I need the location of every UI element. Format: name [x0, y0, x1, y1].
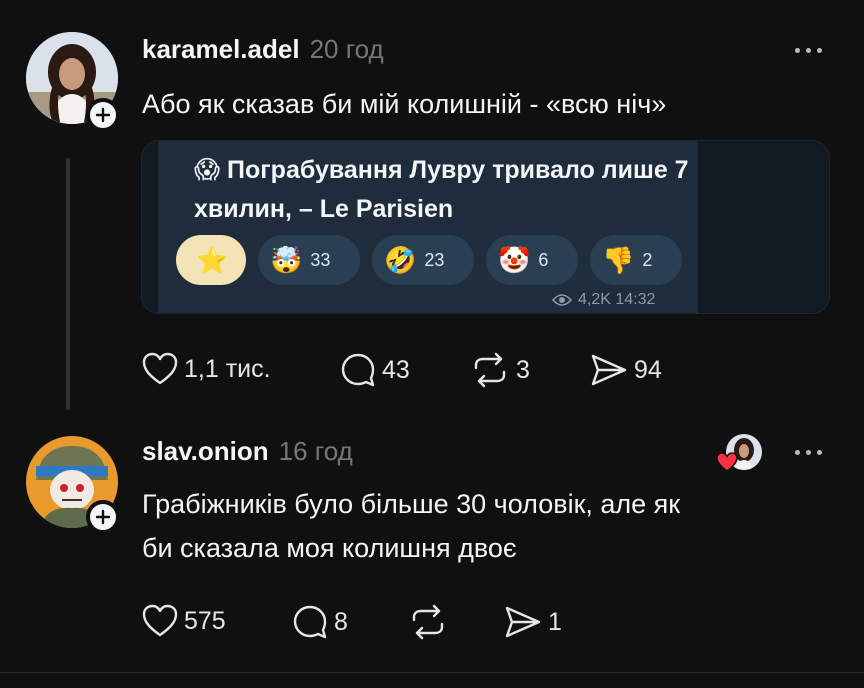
username[interactable]: slav.onion [142, 436, 269, 467]
more-options-icon[interactable] [795, 48, 822, 53]
timestamp: 20 год [309, 34, 384, 64]
clown-icon: 🤡 [498, 244, 531, 275]
like-count: 575 [184, 606, 226, 635]
comment-icon [293, 605, 327, 639]
comment-count: 8 [334, 607, 348, 636]
like-button[interactable]: 1,1 тис. [142, 352, 271, 386]
reaction-clown[interactable]: 🤡 6 [486, 235, 578, 285]
reaction-exploding-head[interactable]: 🤯 33 [258, 235, 360, 285]
plus-icon [95, 107, 111, 123]
repost-icon [412, 604, 444, 640]
plus-icon [95, 509, 111, 525]
send-icon [591, 354, 627, 386]
eye-icon [552, 294, 572, 306]
post-text: Грабіжників було більше 30 чоловік, але … [142, 489, 681, 563]
thread-line [66, 158, 70, 410]
post-divider [0, 672, 864, 673]
card-background: 😱 Пограбування Лувру тривало лише 7 хвил… [158, 141, 698, 313]
heart-icon [142, 352, 178, 385]
username[interactable]: karamel.adel [142, 34, 300, 65]
timestamp: 16 год [278, 436, 353, 466]
card-title: 😱 Пограбування Лувру тривало лише 7 хвил… [194, 156, 689, 223]
reaction-count: 23 [424, 249, 445, 270]
share-count: 94 [634, 355, 662, 384]
views-and-time: 4,2K 14:32 [552, 291, 655, 309]
like-button[interactable]: 575 [142, 604, 226, 638]
comment-count: 43 [382, 355, 410, 384]
star-icon: ⭐ [196, 244, 229, 275]
repost-button[interactable] [408, 604, 454, 640]
more-options-icon[interactable] [795, 450, 822, 455]
exploding-head-icon: 🤯 [270, 244, 303, 275]
reaction-count: 2 [642, 249, 653, 270]
share-button[interactable]: 94 [590, 352, 662, 388]
reaction-count: 6 [538, 249, 549, 270]
reaction-star[interactable]: ⭐ [176, 235, 246, 285]
share-button[interactable]: 1 [504, 604, 562, 640]
comment-button[interactable]: 8 [292, 604, 348, 640]
reaction-thumbs-down[interactable]: 👎 2 [590, 235, 682, 285]
follow-plus-button[interactable] [86, 500, 120, 534]
repost-icon [474, 352, 506, 388]
embedded-telegram-card[interactable]: 😱 Пограбування Лувру тривало лише 7 хвил… [141, 140, 830, 314]
reaction-count: 33 [310, 249, 331, 270]
repost-button[interactable]: 3 [470, 352, 530, 388]
share-count: 1 [548, 607, 562, 636]
reaction-rofl[interactable]: 🤣 23 [372, 235, 474, 285]
like-count: 1,1 тис. [184, 354, 271, 383]
scream-emoji-icon: 😱 [194, 156, 221, 184]
heart-icon [142, 604, 178, 637]
comment-icon [341, 353, 375, 387]
follow-plus-button[interactable] [86, 98, 120, 132]
heart-badge-icon [716, 452, 738, 472]
repost-count: 3 [516, 355, 530, 384]
rofl-icon: 🤣 [384, 244, 417, 275]
send-icon [505, 606, 541, 638]
comment-button[interactable]: 43 [340, 352, 410, 388]
thumbs-down-icon: 👎 [602, 244, 635, 275]
post-text: Або як сказав би мій колишній - «всю ніч… [142, 89, 667, 119]
